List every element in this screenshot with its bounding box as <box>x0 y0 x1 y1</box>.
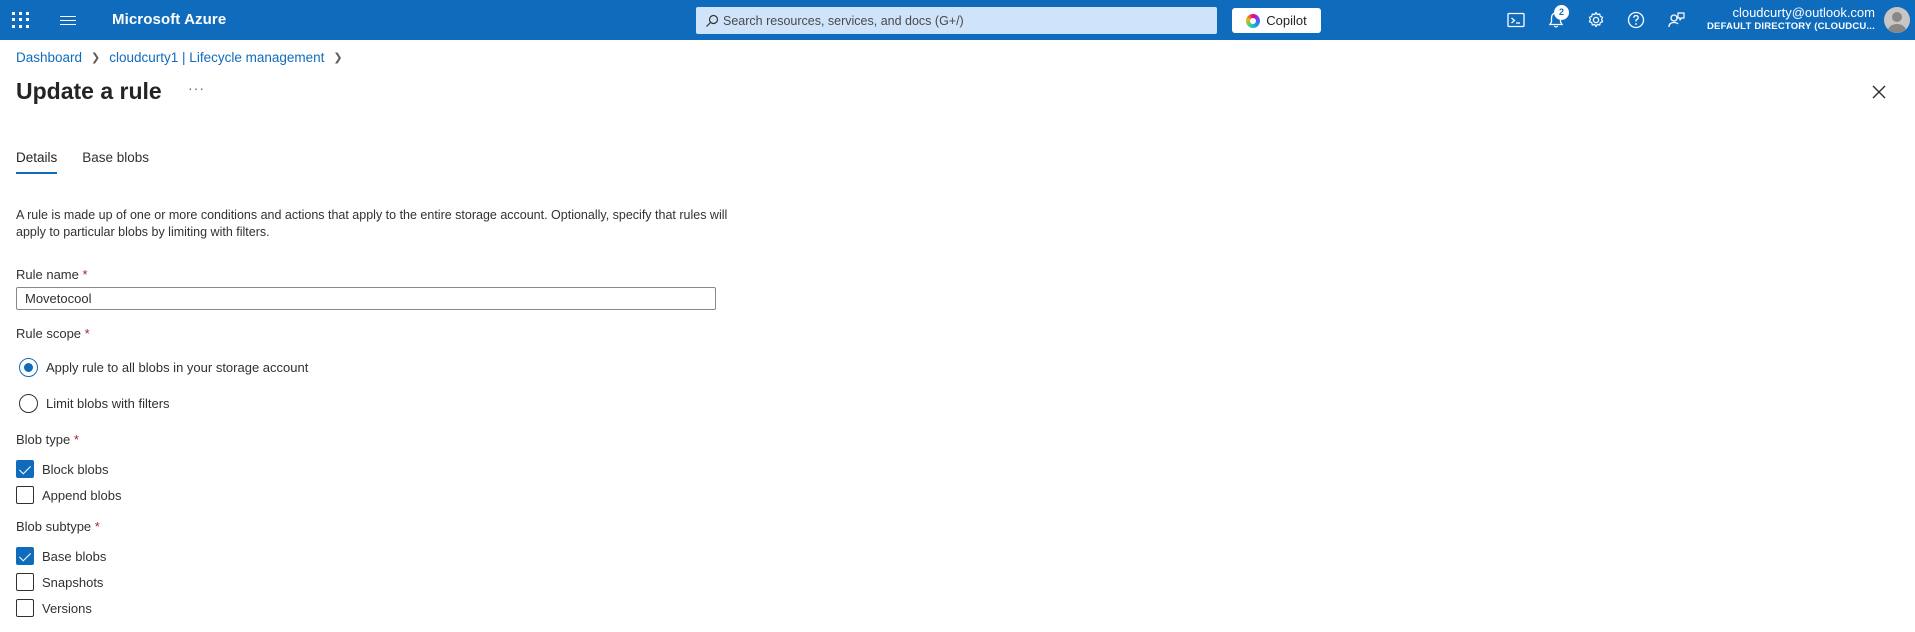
checkbox[interactable] <box>16 599 34 617</box>
rule-scope-label: Rule scope * <box>16 326 90 341</box>
copilot-button[interactable]: Copilot <box>1232 8 1321 33</box>
radio-apply-all-blobs-label: Apply rule to all blobs in your storage … <box>46 360 309 375</box>
checkbox-checked[interactable] <box>16 547 34 565</box>
close-icon[interactable] <box>1871 84 1887 100</box>
checkbox-append-blobs[interactable]: Append blobs <box>16 486 122 504</box>
checkbox-checked[interactable] <box>16 460 34 478</box>
blob-type-label: Blob type * <box>16 432 79 447</box>
top-bar: Microsoft Azure Copilot 2 cloudcurty@out… <box>0 0 1915 40</box>
description-text: A rule is made up of one or more conditi… <box>16 208 728 239</box>
checkbox-versions[interactable]: Versions <box>16 599 92 617</box>
tab-base-blobs[interactable]: Base blobs <box>82 150 149 174</box>
account-info[interactable]: cloudcurty@outlook.com DEFAULT DIRECTORY… <box>1707 5 1875 33</box>
rule-scope-label-text: Rule scope <box>16 326 82 341</box>
tab-details[interactable]: Details <box>16 150 58 174</box>
rule-name-label-text: Rule name <box>16 267 79 282</box>
avatar[interactable] <box>1884 7 1910 33</box>
search-box[interactable] <box>696 7 1217 34</box>
blob-subtype-label-text: Blob subtype <box>16 519 92 534</box>
notification-badge: 2 <box>1554 5 1569 20</box>
copilot-icon <box>1246 13 1261 28</box>
checkbox-base-blobs[interactable]: Base blobs <box>16 547 106 565</box>
more-options-icon[interactable]: ··· <box>188 80 205 96</box>
rule-name-input[interactable] <box>16 287 716 310</box>
radio-button-checked[interactable] <box>19 358 38 377</box>
checkbox[interactable] <box>16 486 34 504</box>
hamburger-icon[interactable] <box>60 13 76 27</box>
help-icon[interactable] <box>1626 10 1646 30</box>
account-directory: DEFAULT DIRECTORY (CLOUDCU... <box>1706 21 1875 32</box>
blob-subtype-label: Blob subtype * <box>16 519 100 534</box>
checkbox-append-blobs-label: Append blobs <box>42 487 122 503</box>
blob-type-label-text: Blob type <box>16 432 71 447</box>
radio-apply-all-blobs[interactable]: Apply rule to all blobs in your storage … <box>19 358 308 377</box>
required-marker: * <box>82 267 88 282</box>
brand-title[interactable]: Microsoft Azure <box>112 11 226 28</box>
radio-limit-blobs-filters-label: Limit blobs with filters <box>46 396 170 411</box>
checkbox-base-blobs-label: Base blobs <box>42 548 107 564</box>
cloud-shell-icon[interactable] <box>1506 10 1526 30</box>
checkbox-block-blobs[interactable]: Block blobs <box>16 460 108 478</box>
breadcrumb-lifecycle-management[interactable]: cloudcurty1 | Lifecycle management <box>109 50 324 65</box>
required-marker: * <box>73 432 79 447</box>
account-email: cloudcurty@outlook.com <box>1732 5 1875 20</box>
required-marker: * <box>94 519 100 534</box>
page-title: Update a rule <box>16 78 162 104</box>
search-icon <box>706 14 719 27</box>
breadcrumb: Dashboard ❯ cloudcurty1 | Lifecycle mana… <box>16 50 352 65</box>
radio-button[interactable] <box>19 394 38 413</box>
required-marker: * <box>84 326 90 341</box>
feedback-icon[interactable] <box>1666 10 1686 30</box>
copilot-label: Copilot <box>1266 13 1307 28</box>
breadcrumb-dashboard[interactable]: Dashboard <box>16 50 82 65</box>
waffle-icon[interactable] <box>11 11 29 29</box>
checkbox[interactable] <box>16 573 34 591</box>
chevron-right-icon: ❯ <box>333 52 343 64</box>
checkbox-snapshots-label: Snapshots <box>42 574 104 590</box>
search-input[interactable] <box>723 13 1203 28</box>
checkbox-block-blobs-label: Block blobs <box>42 461 109 477</box>
tab-list: Details Base blobs <box>16 150 174 174</box>
checkbox-versions-label: Versions <box>42 600 92 616</box>
rule-name-label: Rule name * <box>16 267 88 282</box>
gear-icon[interactable] <box>1586 10 1606 30</box>
radio-limit-blobs-filters[interactable]: Limit blobs with filters <box>19 394 170 413</box>
checkbox-snapshots[interactable]: Snapshots <box>16 573 103 591</box>
chevron-right-icon: ❯ <box>91 52 101 64</box>
